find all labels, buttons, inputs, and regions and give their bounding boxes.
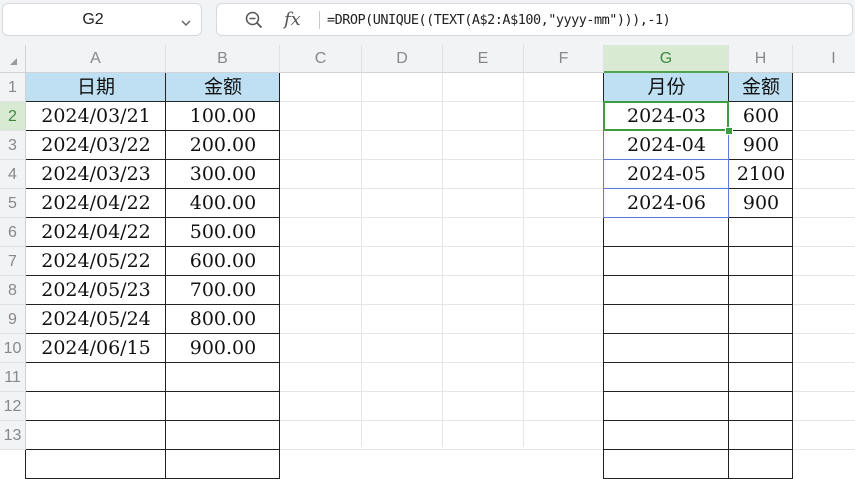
table-header-cell[interactable]: 日期 bbox=[26, 74, 166, 101]
zoom-icon[interactable] bbox=[245, 11, 263, 33]
table-cell[interactable]: 2024/05/24 bbox=[26, 306, 166, 333]
select-all-corner[interactable] bbox=[0, 45, 26, 73]
left-table-border-h bbox=[25, 333, 280, 334]
name-box[interactable]: G2 bbox=[2, 3, 202, 36]
left-table-border-h bbox=[25, 188, 280, 189]
column-header-c[interactable]: C bbox=[280, 45, 362, 73]
left-table-border-h bbox=[25, 362, 280, 363]
summary-cell[interactable]: 900 bbox=[729, 190, 793, 217]
table-cell[interactable]: 2024/05/22 bbox=[26, 248, 166, 275]
summary-header-cell[interactable]: 月份 bbox=[604, 74, 729, 101]
right-table-border-h bbox=[603, 275, 793, 276]
table-cell[interactable]: 700.00 bbox=[166, 277, 280, 304]
table-header-cell[interactable]: 金额 bbox=[166, 74, 280, 101]
left-table-border-h bbox=[25, 101, 280, 102]
table-cell[interactable]: 800.00 bbox=[166, 306, 280, 333]
summary-cell[interactable]: 600 bbox=[729, 103, 793, 130]
table-cell[interactable]: 900.00 bbox=[166, 335, 280, 362]
table-cell[interactable]: 2024/04/22 bbox=[26, 190, 166, 217]
row-header-10[interactable]: 10 bbox=[0, 334, 26, 363]
column-header-e[interactable]: E bbox=[443, 45, 524, 73]
right-table-border-h bbox=[603, 420, 793, 421]
spill-range-border bbox=[604, 159, 729, 160]
fill-handle[interactable] bbox=[725, 127, 733, 135]
row-header-1[interactable]: 1 bbox=[0, 73, 26, 102]
left-table-border-h bbox=[25, 275, 280, 276]
chevron-down-icon[interactable] bbox=[180, 14, 192, 33]
column-header-i[interactable]: I bbox=[793, 45, 855, 73]
summary-cell[interactable]: 2024-06 bbox=[604, 190, 729, 217]
summary-cell[interactable]: 900 bbox=[729, 132, 793, 159]
left-table-border-h bbox=[25, 246, 280, 247]
table-cell[interactable]: 2024/05/23 bbox=[26, 277, 166, 304]
formula-divider bbox=[319, 11, 320, 29]
table-cell[interactable]: 100.00 bbox=[166, 103, 280, 130]
row-header-5[interactable]: 5 bbox=[0, 189, 26, 218]
right-table-border-h bbox=[603, 362, 793, 363]
summary-cell[interactable]: 2024-05 bbox=[604, 161, 729, 188]
right-table-border-h bbox=[603, 246, 793, 247]
table-cell[interactable]: 2024/03/22 bbox=[26, 132, 166, 159]
table-cell[interactable]: 2024/03/21 bbox=[26, 103, 166, 130]
row-header-12[interactable]: 12 bbox=[0, 392, 26, 421]
column-header-d[interactable]: D bbox=[362, 45, 443, 73]
left-table-border-h bbox=[25, 420, 280, 421]
left-table-border-h bbox=[25, 130, 280, 131]
row-header-3[interactable]: 3 bbox=[0, 131, 26, 160]
left-table-border-h bbox=[25, 391, 280, 392]
row-header-4[interactable]: 4 bbox=[0, 160, 26, 189]
row-header-7[interactable]: 7 bbox=[0, 247, 26, 276]
row-header-6[interactable]: 6 bbox=[0, 218, 26, 247]
right-table-border-h bbox=[603, 391, 793, 392]
formula-input[interactable]: fx =DROP(UNIQUE((TEXT(A$2:A$100,"yyyy-mm… bbox=[216, 3, 853, 36]
column-header-f[interactable]: F bbox=[524, 45, 604, 73]
formula-text[interactable]: =DROP(UNIQUE((TEXT(A$2:A$100,"yyyy-mm"))… bbox=[327, 12, 671, 28]
table-cell[interactable]: 400.00 bbox=[166, 190, 280, 217]
row-header-13[interactable]: 13 bbox=[0, 421, 26, 450]
left-table-border-h bbox=[25, 159, 280, 160]
column-header-h[interactable]: H bbox=[729, 45, 793, 73]
row-header-11[interactable]: 11 bbox=[0, 363, 26, 392]
summary-header-cell[interactable]: 金额 bbox=[729, 74, 793, 101]
table-cell[interactable]: 2024/06/15 bbox=[26, 335, 166, 362]
row-header-9[interactable]: 9 bbox=[0, 305, 26, 334]
summary-cell[interactable]: 2024-04 bbox=[604, 132, 729, 159]
formula-bar-area: G2 fx =DROP(UNIQUE((TEXT(A$2:A$100,"yyyy… bbox=[0, 0, 855, 45]
right-table-border-h bbox=[603, 333, 793, 334]
row-header-2[interactable]: 2 bbox=[0, 102, 26, 131]
summary-cell[interactable]: 2100 bbox=[729, 161, 793, 188]
table-cell[interactable]: 500.00 bbox=[166, 219, 280, 246]
table-cell[interactable]: 2024/03/23 bbox=[26, 161, 166, 188]
left-table-border-h bbox=[25, 217, 280, 218]
table-cell[interactable]: 300.00 bbox=[166, 161, 280, 188]
spill-range-border bbox=[604, 188, 729, 189]
right-table-border-h bbox=[603, 304, 793, 305]
spill-range-border bbox=[604, 217, 729, 218]
name-box-value: G2 bbox=[82, 11, 104, 28]
active-cell-highlight[interactable] bbox=[603, 101, 729, 131]
table-cell[interactable]: 600.00 bbox=[166, 248, 280, 275]
column-header-g[interactable]: G bbox=[604, 45, 729, 73]
right-table-border-h bbox=[603, 449, 793, 450]
row-header-8[interactable]: 8 bbox=[0, 276, 26, 305]
table-cell[interactable]: 200.00 bbox=[166, 132, 280, 159]
fx-icon[interactable]: fx bbox=[284, 9, 301, 30]
left-table-border-h bbox=[25, 304, 280, 305]
table-cell[interactable]: 2024/04/22 bbox=[26, 219, 166, 246]
left-table-border-h bbox=[25, 449, 280, 450]
column-header-a[interactable]: A bbox=[26, 45, 166, 73]
column-header-b[interactable]: B bbox=[166, 45, 280, 73]
